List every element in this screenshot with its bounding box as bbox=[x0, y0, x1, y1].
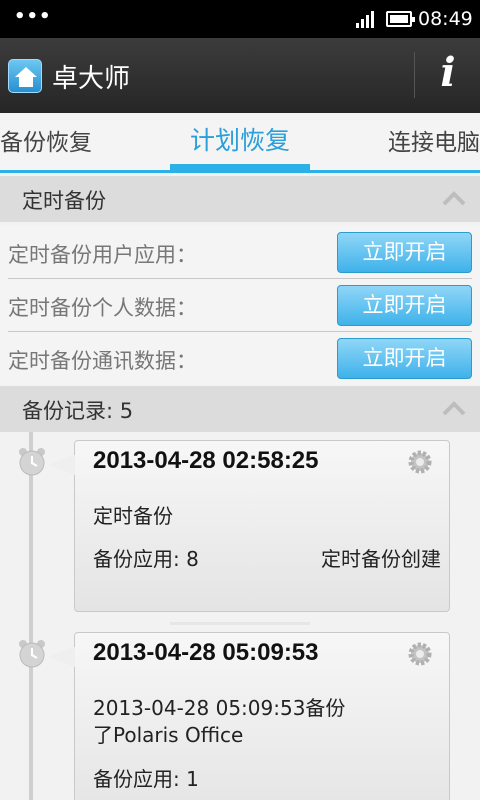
title-divider bbox=[414, 52, 415, 98]
record-description: 定时备份 bbox=[93, 504, 173, 528]
section-title: 备份记录: 5 bbox=[22, 399, 134, 423]
tab-connect-computer[interactable]: 连接电脑 bbox=[388, 123, 480, 157]
alarm-clock-icon bbox=[19, 640, 45, 668]
card-pointer bbox=[47, 455, 75, 475]
gear-icon[interactable] bbox=[407, 449, 433, 475]
record-datetime: 2013-04-28 02:58:25 bbox=[93, 447, 319, 474]
card-pointer bbox=[47, 647, 75, 667]
enable-comm-data-button[interactable]: 立即开启 bbox=[337, 338, 472, 379]
active-tab-indicator bbox=[170, 164, 310, 170]
title-bar: 卓大师 i bbox=[0, 38, 480, 113]
status-time: 08:49 bbox=[418, 8, 473, 30]
chevron-up-icon bbox=[442, 191, 466, 206]
section-title: 定时备份 bbox=[22, 189, 106, 213]
signal-icon bbox=[356, 11, 374, 28]
chevron-up-icon bbox=[442, 401, 466, 416]
row-label: 定时备份通讯数据： bbox=[8, 349, 197, 373]
record-app-count: 备份应用: 1 bbox=[93, 767, 199, 791]
app-title: 卓大师 bbox=[52, 64, 131, 94]
record-app-count: 备份应用: 8 bbox=[93, 547, 199, 571]
app-home-icon[interactable] bbox=[8, 59, 42, 93]
separator bbox=[170, 622, 310, 625]
backup-record-card[interactable]: 2013-04-28 02:58:25 定时备份 备份应用: 8 定时备份创建 bbox=[47, 440, 450, 612]
timeline-line bbox=[29, 432, 33, 800]
row-personal-data: 定时备份个人数据： 立即开启 bbox=[0, 279, 480, 332]
row-user-apps: 定时备份用户应用： 立即开启 bbox=[0, 226, 480, 279]
enable-user-apps-button[interactable]: 立即开启 bbox=[337, 232, 472, 273]
scheduled-backup-header[interactable]: 定时备份 bbox=[0, 176, 480, 222]
record-type: 定时备份创建 bbox=[321, 547, 441, 571]
backup-records-header[interactable]: 备份记录: 5 bbox=[0, 386, 480, 432]
enable-personal-data-button[interactable]: 立即开启 bbox=[337, 285, 472, 326]
gear-icon[interactable] bbox=[407, 641, 433, 667]
row-comm-data: 定时备份通讯数据： 立即开启 bbox=[0, 332, 480, 385]
record-datetime: 2013-04-28 05:09:53 bbox=[93, 639, 319, 666]
status-bar: ••• 08:49 bbox=[0, 0, 480, 38]
row-label: 定时备份用户应用： bbox=[8, 243, 197, 267]
notification-dots: ••• bbox=[14, 6, 52, 27]
record-description-line-1: 2013-04-28 05:09:53备份 bbox=[93, 696, 346, 720]
backup-record-card[interactable]: 2013-04-28 05:09:53 2013-04-28 05:09:53备… bbox=[47, 632, 450, 800]
info-icon[interactable]: i bbox=[430, 48, 466, 98]
alarm-clock-icon bbox=[19, 448, 45, 476]
row-label: 定时备份个人数据： bbox=[8, 296, 197, 320]
backup-timeline: 2013-04-28 02:58:25 定时备份 备份应用: 8 定时备份创建 … bbox=[0, 432, 480, 800]
record-description-line-2: 了Polaris Office bbox=[93, 723, 244, 747]
battery-icon bbox=[386, 11, 415, 27]
